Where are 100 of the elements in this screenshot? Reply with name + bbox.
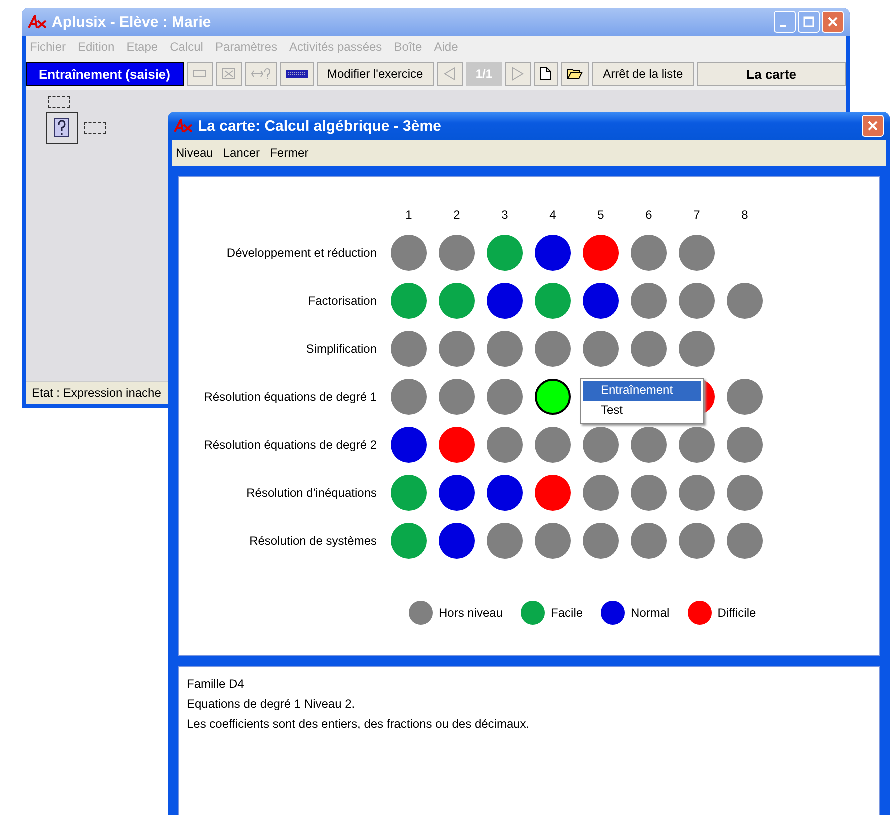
level-dot[interactable] [679, 331, 715, 367]
column-header: 7 [692, 208, 702, 222]
column-header: 1 [404, 208, 414, 222]
level-dot[interactable] [535, 523, 571, 559]
map-button[interactable]: La carte [697, 62, 846, 86]
minimize-button[interactable] [774, 11, 796, 33]
level-dot[interactable] [391, 235, 427, 271]
level-dot[interactable] [727, 283, 763, 319]
legend-label: Facile [551, 606, 584, 620]
description-line: Equations de degré 1 Niveau 2. [187, 697, 356, 711]
level-dot[interactable] [391, 523, 427, 559]
level-dot[interactable] [535, 235, 571, 271]
edit-exercise-button[interactable]: Modifier l'exercice [316, 62, 434, 86]
level-dot[interactable] [631, 283, 667, 319]
close-icon [867, 120, 879, 132]
keyboard-icon[interactable] [280, 62, 314, 86]
column-header: 6 [644, 208, 654, 222]
level-dot[interactable] [583, 235, 619, 271]
level-dot[interactable] [727, 427, 763, 463]
level-dot[interactable] [583, 475, 619, 511]
level-dot[interactable] [727, 379, 763, 415]
document-icon[interactable] [534, 62, 558, 86]
level-dot[interactable] [679, 283, 715, 319]
level-dot[interactable] [487, 427, 523, 463]
window-title: La carte: Calcul algébrique - 3ème [198, 118, 442, 134]
column-header: 2 [452, 208, 462, 222]
level-dot[interactable] [439, 427, 475, 463]
legend-label: Difficile [718, 606, 756, 620]
context-menu-item[interactable]: Entraînement [583, 381, 701, 401]
level-dot[interactable] [487, 235, 523, 271]
question-box[interactable] [46, 112, 78, 144]
level-dot[interactable] [487, 379, 523, 415]
level-dot[interactable] [487, 475, 523, 511]
column-header: 8 [740, 208, 750, 222]
column-header: 4 [548, 208, 558, 222]
level-dot[interactable] [679, 427, 715, 463]
row-label: Résolution équations de degré 2 [203, 438, 378, 452]
minimize-icon [780, 25, 786, 27]
level-dot[interactable] [583, 331, 619, 367]
placeholder-box [84, 122, 106, 134]
level-dot[interactable] [439, 475, 475, 511]
row-label: Résolution de systèmes [248, 534, 378, 548]
level-dot[interactable] [487, 523, 523, 559]
maximize-icon [803, 16, 815, 28]
level-dot[interactable] [535, 331, 571, 367]
menu-item[interactable]: Lancer [223, 146, 260, 160]
row-label: Factorisation [307, 294, 378, 308]
window-title: Aplusix - Elève : Marie [52, 14, 212, 30]
level-dot[interactable] [535, 427, 571, 463]
level-dot[interactable] [727, 475, 763, 511]
level-dot[interactable] [583, 427, 619, 463]
description-line: Les coefficients sont des entiers, des fractions ou des décimaux. [187, 717, 531, 731]
level-dot[interactable] [487, 331, 523, 367]
maximize-button[interactable] [798, 11, 820, 33]
close-button[interactable] [822, 11, 844, 33]
placeholder-box [48, 96, 70, 108]
level-dot[interactable] [391, 331, 427, 367]
logo-icon [174, 119, 194, 133]
close-button[interactable] [862, 115, 884, 137]
selected-level-dot[interactable] [535, 379, 571, 415]
level-dot[interactable] [391, 379, 427, 415]
menu-item[interactable]: Fermer [270, 146, 309, 160]
row-label: Résolution équations de degré 1 [203, 390, 378, 404]
menu-item[interactable]: Niveau [176, 146, 214, 160]
level-dot[interactable] [439, 331, 475, 367]
level-dot[interactable] [583, 523, 619, 559]
level-dot[interactable] [439, 235, 475, 271]
level-dot[interactable] [679, 475, 715, 511]
column-header: 5 [596, 208, 606, 222]
folder-icon[interactable] [561, 62, 590, 86]
level-dot[interactable] [631, 475, 667, 511]
level-dot[interactable] [679, 523, 715, 559]
mode-button[interactable]: Entraînement (saisie) [26, 62, 184, 86]
level-dot[interactable] [679, 235, 715, 271]
level-dot[interactable] [439, 379, 475, 415]
level-dot[interactable] [391, 283, 427, 319]
legend-label: Normal [631, 606, 670, 620]
level-dot[interactable] [631, 523, 667, 559]
logo-icon [28, 15, 48, 29]
level-dot[interactable] [439, 283, 475, 319]
description-line: Famille D4 [187, 677, 246, 691]
context-menu-item[interactable]: Test [583, 401, 701, 421]
level-dot[interactable] [535, 283, 571, 319]
close-icon [827, 16, 839, 28]
stop-list-button[interactable]: Arrêt de la liste [592, 62, 694, 86]
level-dot[interactable] [391, 427, 427, 463]
level-dot[interactable] [631, 235, 667, 271]
level-dot[interactable] [439, 523, 475, 559]
row-label: Développement et réduction [226, 246, 378, 260]
level-dot[interactable] [631, 427, 667, 463]
status-text: Etat : Expression inache [32, 386, 162, 400]
level-dot[interactable] [727, 523, 763, 559]
row-label: Résolution d'inéquations [246, 486, 378, 500]
level-dot[interactable] [631, 331, 667, 367]
level-dot[interactable] [535, 475, 571, 511]
row-label: Simplification [305, 342, 378, 356]
level-dot[interactable] [487, 283, 523, 319]
level-dot[interactable] [583, 283, 619, 319]
level-dot[interactable] [391, 475, 427, 511]
column-header: 3 [500, 208, 510, 222]
